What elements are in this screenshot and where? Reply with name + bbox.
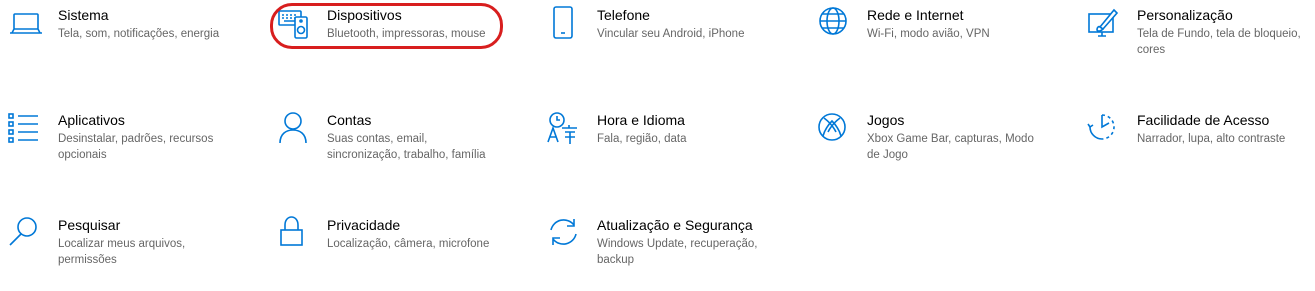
tile-sistema[interactable]: Sistema Tela, som, notificações, energia — [8, 6, 248, 56]
person-icon — [277, 111, 313, 147]
tile-title: Telefone — [597, 7, 650, 23]
tile-title: Facilidade de Acesso — [1137, 112, 1270, 128]
apps-list-icon — [8, 111, 44, 147]
tile-contas[interactable]: Contas Suas contas, email, sincronização… — [277, 111, 517, 166]
tile-title: Dispositivos — [327, 7, 402, 23]
tile-dispositivos[interactable]: Dispositivos Bluetooth, impressoras, mou… — [277, 6, 517, 56]
tile-description: Windows Update, recuperação, backup — [597, 238, 758, 266]
tile-title: Contas — [327, 112, 372, 128]
globe-icon — [817, 6, 853, 42]
tile-title: Privacidade — [327, 217, 401, 233]
tile-title: Sistema — [58, 7, 109, 23]
tile-hora-idioma[interactable]: Hora e Idioma Fala, região, data — [547, 111, 787, 161]
tile-facilidade-acesso[interactable]: Facilidade de Acesso Narrador, lupa, alt… — [1087, 111, 1307, 161]
tile-description: Vincular seu Android, iPhone — [597, 28, 745, 40]
phone-icon — [547, 6, 583, 42]
tile-title: Pesquisar — [58, 217, 121, 233]
tile-personalizacao[interactable]: Personalização Tela de Fundo, tela de bl… — [1087, 6, 1307, 61]
tile-atualizacao-seguranca[interactable]: Atualização e Segurança Windows Update, … — [547, 216, 787, 271]
sync-icon — [547, 216, 583, 252]
search-icon — [8, 216, 44, 252]
tile-description: Narrador, lupa, alto contraste — [1137, 133, 1286, 145]
tile-description: Localização, câmera, microfone — [327, 238, 490, 250]
tile-rede-internet[interactable]: Rede e Internet Wi-Fi, modo avião, VPN — [817, 6, 1057, 56]
devices-icon — [277, 6, 313, 42]
tile-description: Desinstalar, padrões, recursos opcionais — [58, 133, 214, 161]
tile-description: Tela, som, notificações, energia — [58, 28, 220, 40]
tile-description: Suas contas, email, sincronização, traba… — [327, 133, 486, 161]
laptop-icon — [8, 6, 44, 42]
tile-jogos[interactable]: Jogos Xbox Game Bar, capturas, Modo de J… — [817, 111, 1057, 166]
tile-title: Aplicativos — [58, 112, 125, 128]
tile-title: Jogos — [867, 112, 905, 128]
tile-description: Bluetooth, impressoras, mouse — [327, 28, 486, 40]
xbox-icon — [817, 111, 853, 147]
paint-brush-icon — [1087, 6, 1123, 42]
tile-title: Atualização e Segurança — [597, 217, 753, 233]
tile-aplicativos[interactable]: Aplicativos Desinstalar, padrões, recurs… — [8, 111, 248, 166]
tile-description: Xbox Game Bar, capturas, Modo de Jogo — [867, 133, 1034, 161]
tile-title: Rede e Internet — [867, 7, 964, 23]
tile-description: Wi-Fi, modo avião, VPN — [867, 28, 990, 40]
tile-title: Hora e Idioma — [597, 112, 685, 128]
tile-description: Tela de Fundo, tela de bloqueio, cores — [1137, 28, 1301, 56]
tile-description: Localizar meus arquivos, permissões — [58, 238, 186, 266]
tile-telefone[interactable]: Telefone Vincular seu Android, iPhone — [547, 6, 787, 56]
time-language-icon — [547, 111, 583, 147]
tile-pesquisar[interactable]: Pesquisar Localizar meus arquivos, permi… — [8, 216, 248, 271]
ease-of-access-icon — [1087, 111, 1123, 147]
lock-icon — [277, 216, 313, 252]
tile-title: Personalização — [1137, 7, 1233, 23]
tile-description: Fala, região, data — [597, 133, 687, 145]
tile-privacidade[interactable]: Privacidade Localização, câmera, microfo… — [277, 216, 517, 266]
